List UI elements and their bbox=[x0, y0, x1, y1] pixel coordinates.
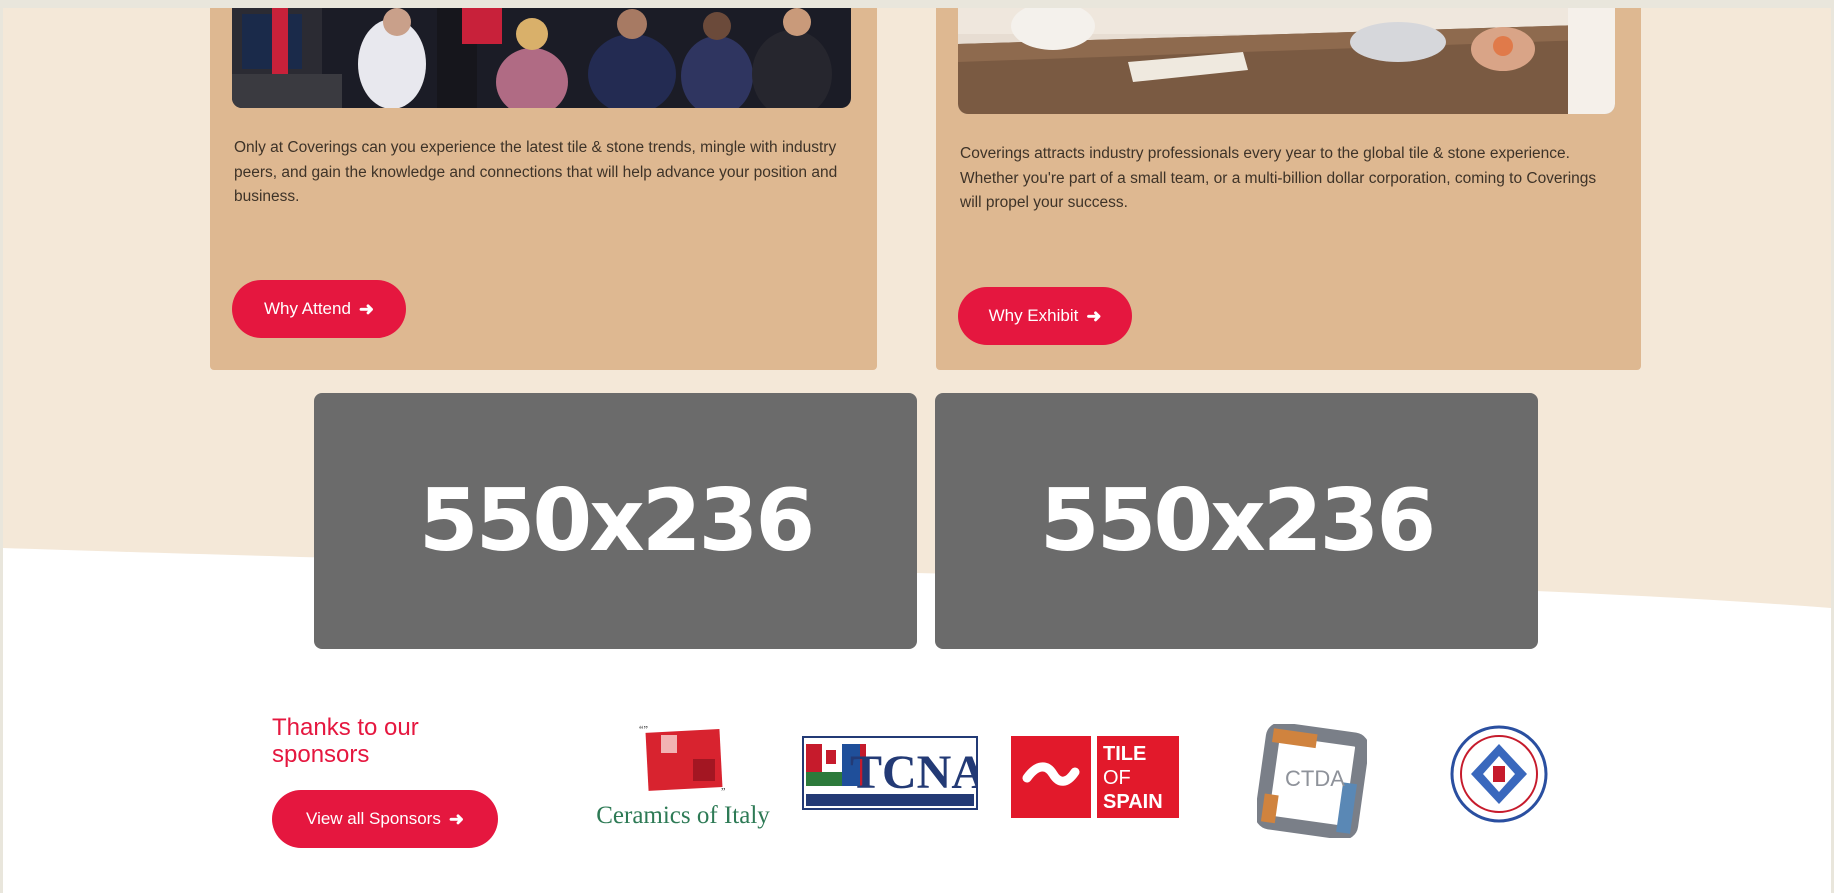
ntca-logo[interactable] bbox=[1449, 724, 1549, 824]
sponsors-heading: Thanks to our sponsors bbox=[272, 714, 419, 768]
attend-card: Only at Coverings can you experience the… bbox=[210, 8, 877, 370]
svg-text:SPAIN: SPAIN bbox=[1103, 791, 1163, 813]
svg-text:“”: “” bbox=[639, 725, 648, 736]
ctda-logo[interactable]: CTDA bbox=[1257, 724, 1367, 838]
arrow-right-icon: ➜ bbox=[358, 299, 375, 319]
why-exhibit-label: Why Exhibit bbox=[988, 306, 1079, 325]
view-all-sponsors-label: View all Sponsors bbox=[306, 809, 441, 828]
arrow-right-icon: ➜ bbox=[1086, 306, 1102, 326]
why-attend-button[interactable]: Why Attend ➜ bbox=[232, 280, 406, 338]
view-all-sponsors-button[interactable]: View all Sponsors ➜ bbox=[272, 790, 498, 848]
attend-description: Only at Coverings can you experience the… bbox=[234, 139, 838, 205]
page: Only at Coverings can you experience the… bbox=[3, 8, 1831, 893]
ad-placeholder[interactable]: 550x236 bbox=[935, 393, 1538, 649]
tcna-logo[interactable]: TCNA bbox=[802, 736, 978, 820]
ceramics-of-italy-logo[interactable]: “” ” Ceramics of Italy bbox=[583, 723, 783, 831]
svg-text:CTDA: CTDA bbox=[1285, 766, 1345, 791]
attend-photo bbox=[232, 8, 851, 108]
svg-text:TCNA: TCNA bbox=[850, 746, 978, 799]
exhibit-card: Coverings attracts industry professional… bbox=[936, 8, 1641, 370]
svg-text:OF: OF bbox=[1103, 767, 1131, 789]
why-exhibit-button[interactable]: Why Exhibit ➜ bbox=[958, 287, 1132, 345]
tile-of-spain-logo[interactable]: TILE OF SPAIN bbox=[1011, 736, 1179, 818]
why-attend-label: Why Attend bbox=[263, 299, 351, 318]
ad-placeholder[interactable]: 550x236 bbox=[314, 393, 917, 649]
svg-text:”: ” bbox=[721, 787, 725, 798]
arrow-right-icon: ➜ bbox=[448, 809, 464, 829]
exhibit-photo bbox=[958, 8, 1615, 114]
svg-text:Ceramics of Italy: Ceramics of Italy bbox=[596, 802, 770, 829]
exhibit-description: Coverings attracts industry professional… bbox=[960, 145, 1597, 211]
svg-text:TILE: TILE bbox=[1103, 743, 1146, 765]
